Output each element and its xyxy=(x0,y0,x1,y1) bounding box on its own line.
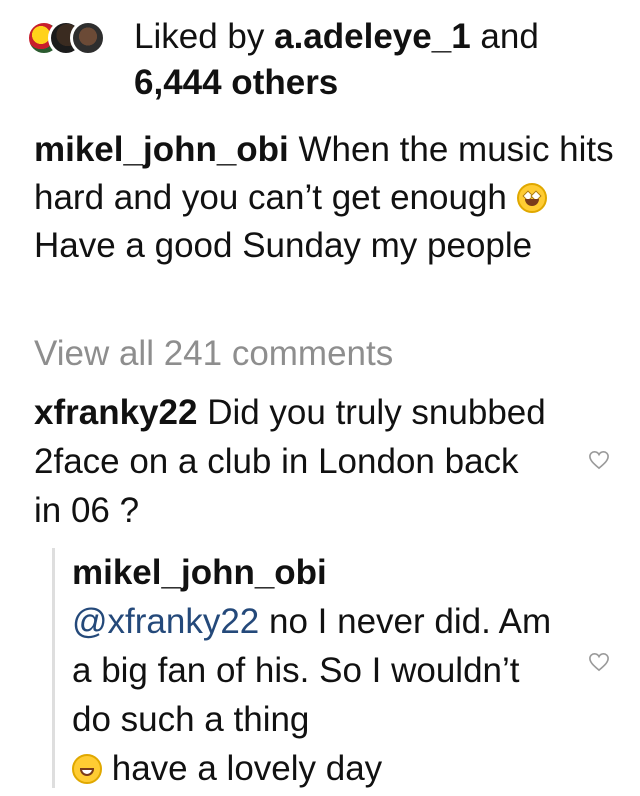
comment-author[interactable]: xfranky22 xyxy=(34,393,197,432)
reply-mention[interactable]: @xfranky22 xyxy=(72,602,259,641)
reply-author[interactable]: mikel_john_obi xyxy=(72,553,327,592)
grinning-emoji xyxy=(72,754,102,784)
caption-text-2: Have a good Sunday my people xyxy=(34,226,533,265)
reply-text-2: have a lovely day xyxy=(111,749,383,788)
post-caption: mikel_john_obi When the music hits hard … xyxy=(34,126,624,270)
likes-and: and xyxy=(480,17,539,56)
comment: xfranky22 Did you truly snubbed 2face on… xyxy=(34,388,554,535)
reply-thread-line xyxy=(52,548,55,788)
likes-count[interactable]: 6,444 others xyxy=(134,63,338,102)
post-author[interactable]: mikel_john_obi xyxy=(34,130,289,169)
likes-prefix: Liked by xyxy=(134,17,265,56)
like-comment-heart-icon[interactable] xyxy=(588,450,610,470)
liker-username[interactable]: a.adeleye_1 xyxy=(274,17,471,56)
view-all-comments-link[interactable]: View all 241 comments xyxy=(34,330,393,378)
avatar xyxy=(70,20,106,56)
liker-avatars[interactable] xyxy=(26,16,126,60)
likes-summary: Liked by a.adeleye_1 and 6,444 others xyxy=(134,14,539,106)
reply: mikel_john_obi @xfranky22 no I never did… xyxy=(72,548,562,793)
star-struck-emoji xyxy=(516,183,547,213)
like-reply-heart-icon[interactable] xyxy=(588,652,610,672)
